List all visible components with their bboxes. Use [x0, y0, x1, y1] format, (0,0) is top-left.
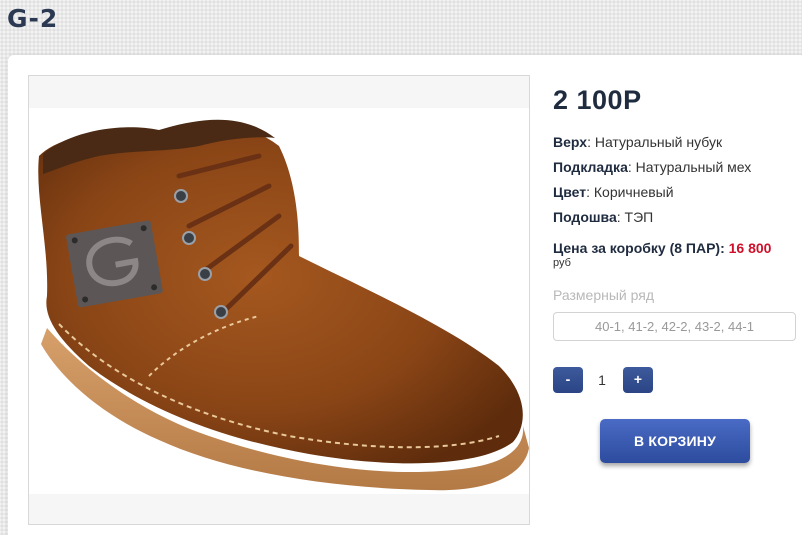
product-price: 2 100Р [553, 85, 642, 115]
quantity-value[interactable]: 1 [593, 367, 611, 393]
box-price-unit: руб [553, 257, 571, 269]
boot-image [29, 76, 529, 524]
spec-upper: Верх: Натуральный нубук [553, 134, 723, 150]
product-card: 2 100Р Верх: Натуральный нубук Подкладка… [8, 55, 802, 535]
spec-color: Цвет: Коричневый [553, 184, 674, 200]
product-photo[interactable] [28, 75, 530, 525]
box-price-label: Цена за коробку (8 ПАР): [553, 240, 729, 256]
quantity-decrease-button[interactable]: - [553, 367, 583, 393]
page-title: G-2 [7, 4, 59, 33]
brand-logo-patch [66, 220, 163, 308]
product-specs: Верх: Натуральный нубук Подкладка: Натур… [553, 133, 751, 233]
quantity-increase-button[interactable]: + [623, 367, 653, 393]
size-range-field[interactable]: 40-1, 41-2, 42-2, 43-2, 44-1 [553, 312, 796, 341]
spec-sole: Подошва: ТЭП [553, 209, 654, 225]
spec-lining: Подкладка: Натуральный мех [553, 159, 752, 175]
add-to-cart-button[interactable]: В КОРЗИНУ [600, 419, 750, 463]
size-range-label: Размерный ряд [553, 287, 655, 303]
box-price: Цена за коробку (8 ПАР): 16 800 [553, 240, 771, 256]
box-price-value: 16 800 [728, 240, 772, 256]
